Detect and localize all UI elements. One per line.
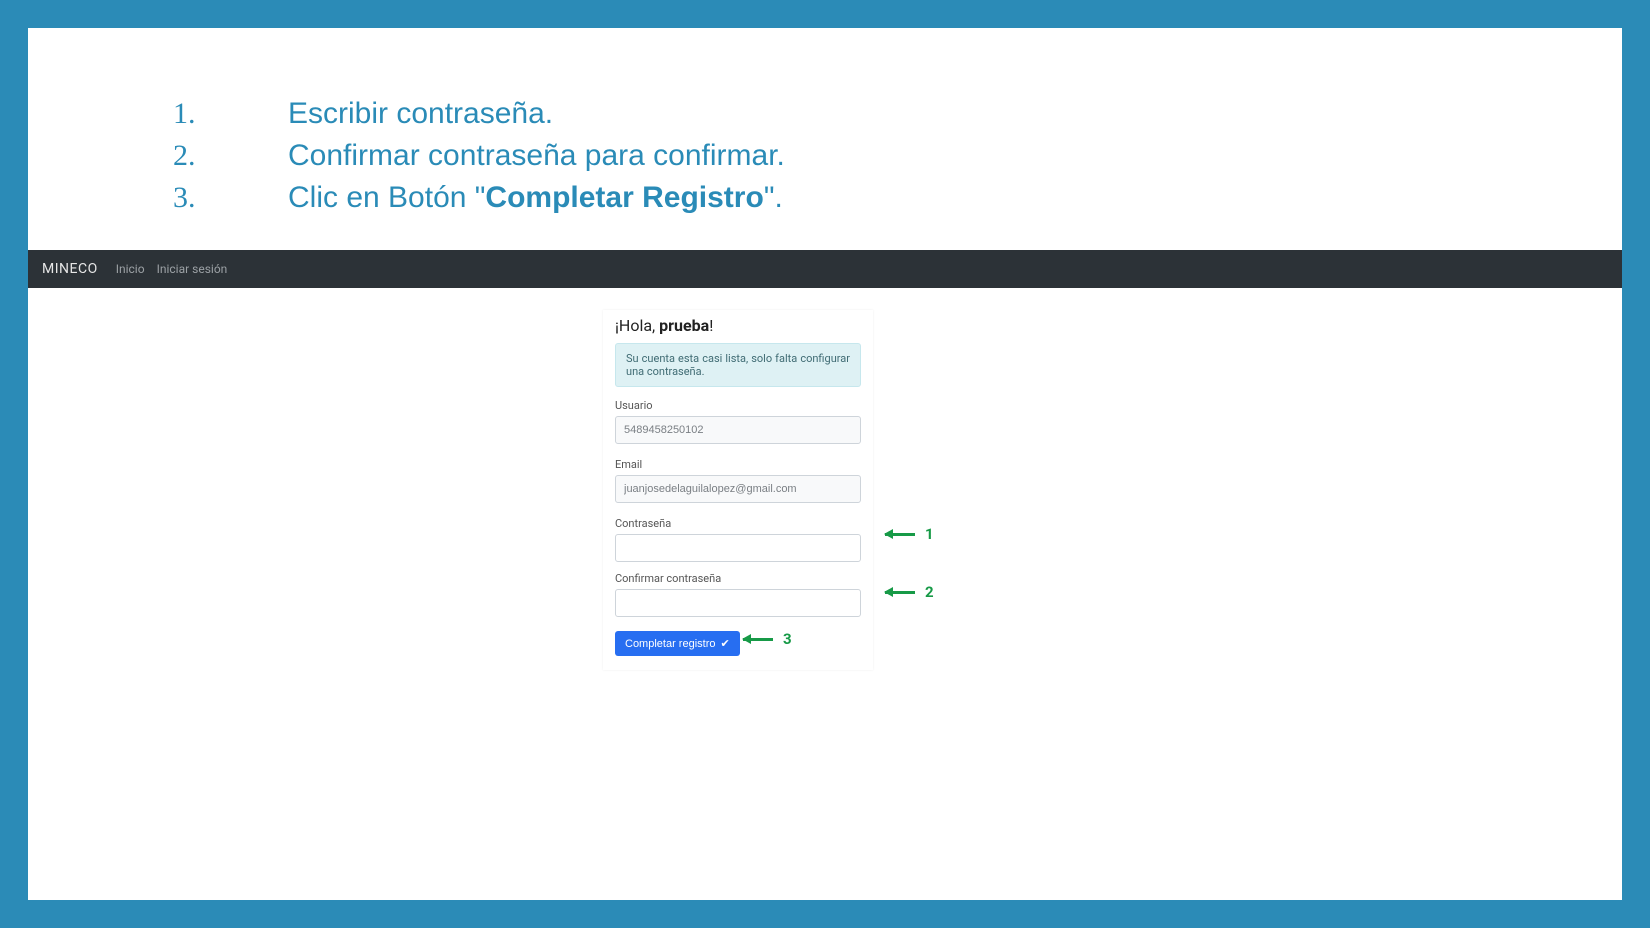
info-alert: Su cuenta esta casi lista, solo falta co… xyxy=(615,343,861,387)
instruction-num: 1. xyxy=(173,93,288,135)
navbar-brand[interactable]: MINECO xyxy=(42,261,98,277)
annotation-number: 1 xyxy=(925,525,934,543)
label-email: Email xyxy=(615,458,861,471)
annotation-number: 3 xyxy=(783,630,792,648)
confirm-password-field[interactable] xyxy=(615,589,861,617)
instruction-text: Confirmar contraseña para confirmar. xyxy=(288,135,785,177)
button-label: Completar registro xyxy=(625,638,715,650)
navbar: MINECO Inicio Iniciar sesión xyxy=(28,250,1622,288)
label-user: Usuario xyxy=(615,399,861,412)
user-field xyxy=(615,416,861,444)
label-confirm-password: Confirmar contraseña xyxy=(615,572,861,585)
annotation-1: 1 xyxy=(885,525,934,543)
complete-registration-button[interactable]: Completar registro ✔ xyxy=(615,631,740,656)
instruction-num: 3. xyxy=(173,177,288,219)
annotation-number: 2 xyxy=(925,583,934,601)
slide-frame: 1. Escribir contraseña. 2. Confirmar con… xyxy=(28,28,1622,900)
registration-form-card: ¡Hola, prueba! Su cuenta esta casi lista… xyxy=(603,310,873,670)
password-field[interactable] xyxy=(615,534,861,562)
annotation-3: 3 xyxy=(743,630,792,648)
nav-link-home[interactable]: Inicio xyxy=(116,262,145,276)
instruction-1: 1. Escribir contraseña. xyxy=(173,93,1622,135)
label-password: Contraseña xyxy=(615,517,861,530)
greeting-heading: ¡Hola, prueba! xyxy=(615,316,861,335)
arrow-left-icon xyxy=(885,533,915,536)
app-content-area: ¡Hola, prueba! Su cuenta esta casi lista… xyxy=(28,288,1622,900)
instruction-3: 3. Clic en Botón "Completar Registro". xyxy=(173,177,1622,219)
check-icon: ✔ xyxy=(720,637,729,650)
nav-link-login[interactable]: Iniciar sesión xyxy=(157,262,228,276)
arrow-left-icon xyxy=(885,591,915,594)
annotation-2: 2 xyxy=(885,583,934,601)
email-field xyxy=(615,475,861,503)
instruction-text: Escribir contraseña. xyxy=(288,93,553,135)
arrow-left-icon xyxy=(743,638,773,641)
instructions-list: 1. Escribir contraseña. 2. Confirmar con… xyxy=(28,28,1622,244)
instruction-2: 2. Confirmar contraseña para confirmar. xyxy=(173,135,1622,177)
instruction-num: 2. xyxy=(173,135,288,177)
instruction-text: Clic en Botón "Completar Registro". xyxy=(288,177,783,219)
